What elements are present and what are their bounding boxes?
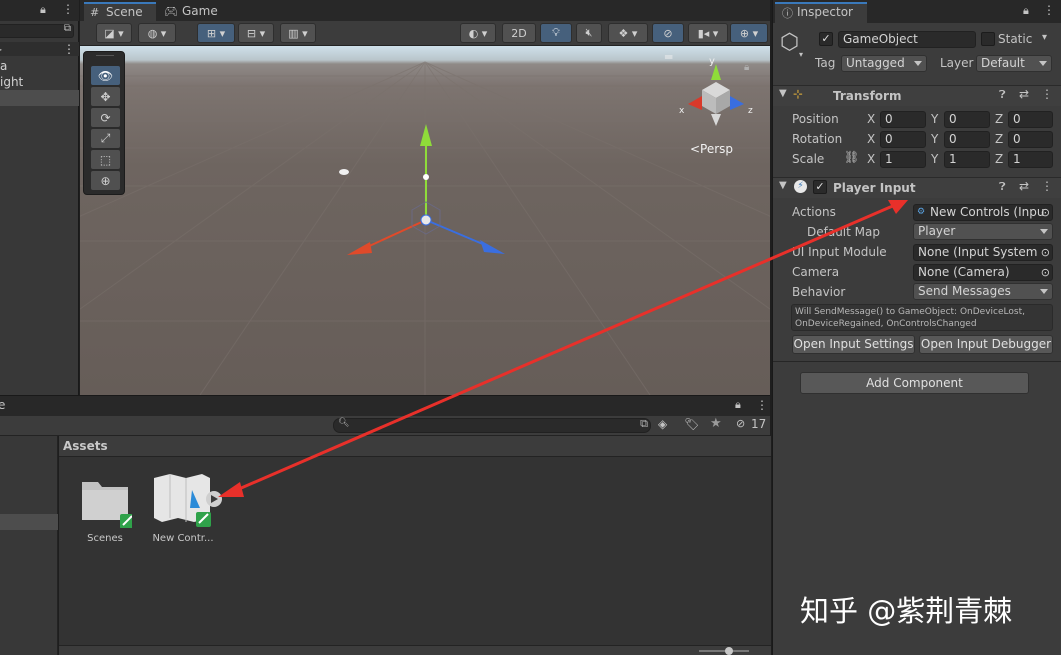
watermark-text: 知乎 @紫荆青棘 xyxy=(800,594,1013,628)
annotation-arrow xyxy=(218,200,908,497)
